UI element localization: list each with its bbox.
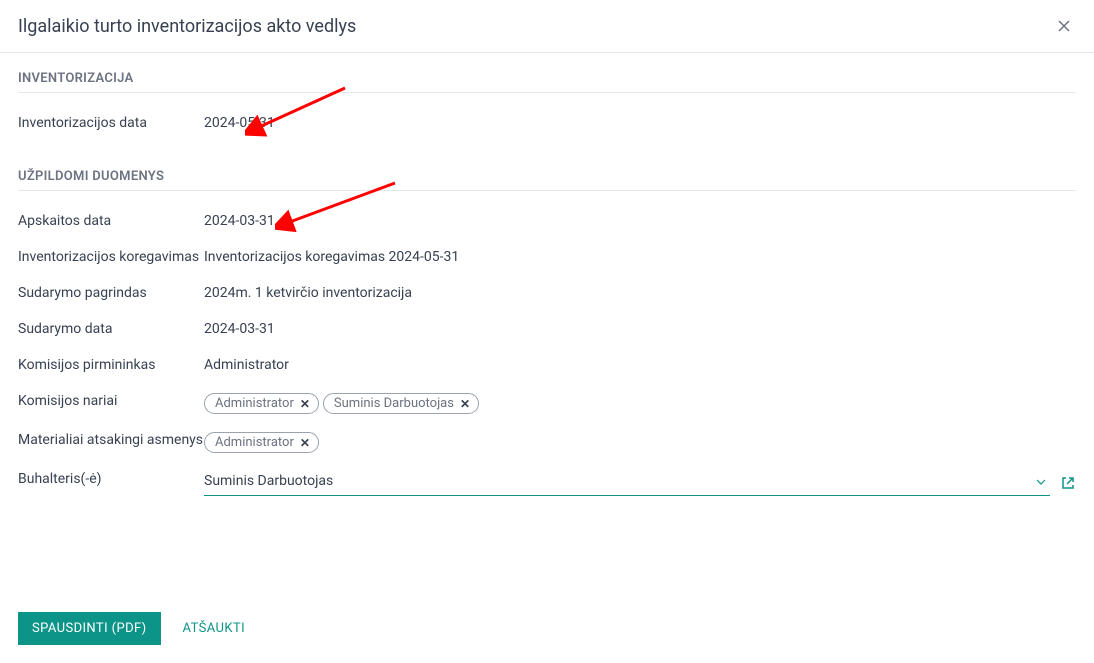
- accountant-select[interactable]: Suminis Darbuotojas: [204, 469, 1050, 496]
- remove-icon[interactable]: ✕: [460, 397, 470, 411]
- field-basis: Sudarymo pagrindas 2024m. 1 ketvirčio in…: [18, 275, 1076, 311]
- section-title-inventorizacija: INVENTORIZACIJA: [18, 71, 1076, 93]
- tags-responsible[interactable]: Administrator ✕: [204, 430, 1076, 453]
- field-creation-date: Sudarymo data 2024-03-31: [18, 311, 1076, 347]
- print-pdf-button[interactable]: SPAUSDINTI (PDF): [18, 612, 161, 645]
- tag-member-label: Administrator: [215, 396, 294, 411]
- label-members: Komisijos nariai: [18, 391, 204, 409]
- tag-responsible-label: Administrator: [215, 435, 294, 450]
- value-adjustment: Inventorizacijos koregavimas 2024-05-31: [204, 247, 1076, 265]
- section-inventorizacija: INVENTORIZACIJA Inventorizacijos data 20…: [18, 71, 1076, 141]
- dialog-title: Ilgalaikio turto inventorizacijos akto v…: [18, 16, 356, 37]
- tag-member-label: Suminis Darbuotojas: [334, 396, 454, 411]
- label-basis: Sudarymo pagrindas: [18, 283, 204, 301]
- field-accountant: Buhalteris(-ė) Suminis Darbuotojas: [18, 461, 1076, 504]
- value-basis: 2024m. 1 ketvirčio inventorizacija: [204, 283, 1076, 301]
- accountant-select-value: Suminis Darbuotojas: [204, 469, 1050, 496]
- dialog-footer: SPAUSDINTI (PDF) ATŠAUKTI: [0, 598, 1094, 663]
- label-creation-date: Sudarymo data: [18, 319, 204, 337]
- section-title-uzpildomi: UŽPILDOMI DUOMENYS: [18, 169, 1076, 191]
- value-chairman: Administrator: [204, 355, 1076, 373]
- section-uzpildomi-duomenys: UŽPILDOMI DUOMENYS Apskaitos data 2024-0…: [18, 169, 1076, 504]
- field-chairman: Komisijos pirmininkas Administrator: [18, 347, 1076, 383]
- value-inventory-date: 2024-05-31: [204, 113, 1076, 131]
- tags-members[interactable]: Administrator ✕ Suminis Darbuotojas ✕: [204, 391, 1076, 414]
- label-chairman: Komisijos pirmininkas: [18, 355, 204, 373]
- remove-icon[interactable]: ✕: [300, 397, 310, 411]
- external-link-icon: [1060, 475, 1076, 491]
- close-button[interactable]: [1052, 14, 1076, 38]
- remove-icon[interactable]: ✕: [300, 436, 310, 450]
- close-icon: [1056, 18, 1072, 34]
- dialog-header: Ilgalaikio turto inventorizacijos akto v…: [0, 0, 1094, 53]
- cancel-button[interactable]: ATŠAUKTI: [173, 612, 256, 645]
- value-accounting-date: 2024-03-31: [204, 211, 1076, 229]
- label-accounting-date: Apskaitos data: [18, 211, 204, 229]
- value-creation-date: 2024-03-31: [204, 319, 1076, 337]
- field-members: Komisijos nariai Administrator ✕ Suminis…: [18, 383, 1076, 422]
- wizard-dialog: Ilgalaikio turto inventorizacijos akto v…: [0, 0, 1094, 663]
- field-adjustment: Inventorizacijos koregavimas Inventoriza…: [18, 239, 1076, 275]
- field-inventory-date: Inventorizacijos data 2024-05-31: [18, 105, 1076, 141]
- dialog-body: INVENTORIZACIJA Inventorizacijos data 20…: [0, 53, 1094, 598]
- field-accounting-date: Apskaitos data 2024-03-31: [18, 203, 1076, 239]
- label-adjustment: Inventorizacijos koregavimas: [18, 247, 204, 265]
- tag-member: Suminis Darbuotojas ✕: [323, 393, 479, 414]
- tag-member: Administrator ✕: [204, 393, 319, 414]
- external-link-button[interactable]: [1060, 475, 1076, 491]
- label-accountant: Buhalteris(-ė): [18, 469, 204, 487]
- label-inventory-date: Inventorizacijos data: [18, 113, 204, 131]
- tag-responsible: Administrator ✕: [204, 432, 319, 453]
- field-responsible: Materialiai atsakingi asmenys Administra…: [18, 422, 1076, 461]
- label-responsible: Materialiai atsakingi asmenys: [18, 430, 204, 448]
